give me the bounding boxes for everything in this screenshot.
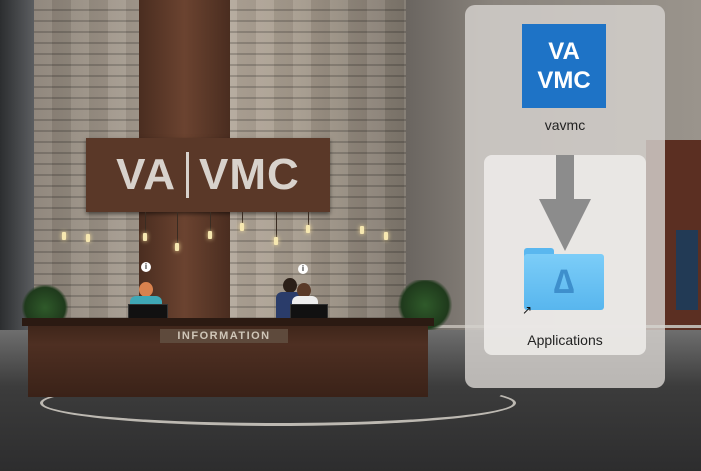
screen: VA VMC i i INFORMATION VA VMC vavmc ∆ ↗ …	[0, 0, 701, 471]
receptionist-head	[139, 282, 153, 297]
pendant-light	[208, 231, 212, 239]
desk-sign: INFORMATION	[160, 329, 288, 343]
receptionist-info-icon[interactable]: i	[298, 264, 308, 274]
wall-sign-left: VA	[116, 150, 177, 199]
pendant-cord	[276, 212, 277, 238]
pendant-cord	[145, 212, 146, 234]
pendant-light	[240, 223, 244, 231]
pendant-light	[274, 237, 278, 245]
hallway-door	[676, 230, 698, 310]
folder-body: ∆	[524, 254, 604, 310]
pendant-cord	[308, 212, 309, 226]
app-icon-line1: VA	[548, 38, 580, 65]
wall-light	[384, 232, 388, 240]
pendant-cord	[177, 212, 178, 244]
down-arrow-icon-head	[539, 199, 591, 251]
applications-folder-label: Applications	[527, 332, 603, 348]
alias-arrow-icon: ↗	[522, 303, 533, 317]
vavmc-app-icon[interactable]: VA VMC	[522, 24, 606, 108]
receptionist-info-icon[interactable]: i	[141, 262, 151, 272]
applications-folder-icon[interactable]: ∆	[524, 248, 604, 310]
wall-sign-divider	[186, 152, 190, 198]
staff-head	[283, 278, 297, 293]
pendant-light	[143, 233, 147, 241]
pendant-light	[306, 225, 310, 233]
wall-light	[62, 232, 66, 240]
app-icon-line2: VMC	[537, 67, 591, 94]
wall-light	[360, 226, 364, 234]
wall-sign-right: VMC	[199, 150, 300, 199]
down-arrow-icon	[556, 155, 574, 199]
pendant-cord	[210, 212, 211, 232]
wall-light	[86, 234, 90, 242]
desk-countertop	[22, 318, 434, 326]
pendant-light	[175, 243, 179, 251]
va-vmc-wall-sign: VA VMC	[86, 138, 330, 212]
app-name-label: vavmc	[544, 117, 586, 133]
app-store-glyph-icon: ∆	[553, 262, 575, 301]
